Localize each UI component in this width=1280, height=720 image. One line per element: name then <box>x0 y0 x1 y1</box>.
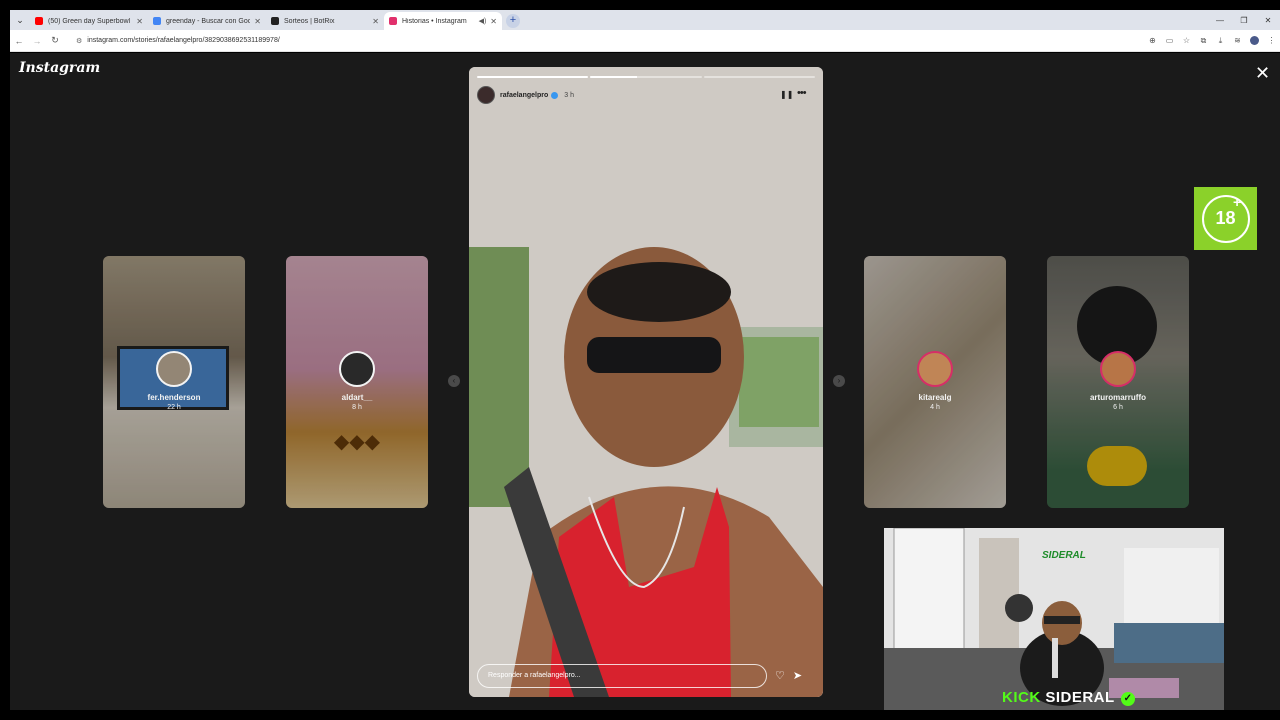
story-viewer: Instagram ✕ fer.henderson 22 h ◆◆◆ aldar… <box>10 53 1280 710</box>
instagram-icon <box>389 17 397 25</box>
story-time: 22 h <box>167 404 181 411</box>
avatar <box>917 351 953 387</box>
tab-search-icon[interactable]: ⌄ <box>10 10 30 30</box>
forward-icon[interactable]: → <box>28 36 46 46</box>
close-tab-icon[interactable]: ✕ <box>254 17 261 26</box>
google-icon <box>153 17 161 25</box>
tab-strip: ⌄ (50) Green day Superbowl 202... ✕ gree… <box>10 10 1280 30</box>
wall-sign: SIDERAL <box>1042 550 1086 561</box>
menu-icon[interactable]: ⋮ <box>1263 36 1280 45</box>
tab-botrix[interactable]: Sorteos | BotRix ✕ <box>266 12 384 30</box>
back-icon[interactable]: ← <box>10 36 28 46</box>
address-bar[interactable]: ⚙ instagram.com/stories/rafaelangelpro/3… <box>72 33 1136 49</box>
pause-icon[interactable]: ❚❚ <box>780 90 793 99</box>
story-header: rafaelangelpro 3 h <box>477 86 574 104</box>
story-avatar[interactable] <box>477 86 495 104</box>
story-time: 4 h <box>930 404 940 411</box>
extensions-icon[interactable]: ⧉ <box>1195 36 1212 46</box>
tab-title: Sorteos | BotRix <box>284 17 335 25</box>
story-username: kitarealg <box>918 393 952 402</box>
main-story[interactable]: rafaelangelpro 3 h ❚❚ ••• Responder a ra… <box>469 67 823 697</box>
minimize-icon[interactable]: — <box>1208 16 1232 25</box>
progress-segment <box>703 76 815 78</box>
streamer-name: SIDERAL <box>1045 689 1115 706</box>
verified-badge-icon <box>551 91 559 99</box>
story-progress <box>477 76 815 78</box>
window-controls: — ❐ ✕ <box>1208 10 1280 30</box>
kick-label: KICK <box>1002 689 1041 706</box>
verified-check-icon: ✓ <box>1121 692 1136 706</box>
youtube-icon <box>35 17 43 25</box>
site-info-icon[interactable]: ⚙ <box>76 37 82 45</box>
webcam-overlay: SIDERAL KICK SIDERAL ✓ <box>884 528 1224 710</box>
instagram-logo[interactable]: Instagram <box>19 60 100 76</box>
side-story-aldart[interactable]: ◆◆◆ aldart__ 8 h <box>286 256 428 508</box>
progress-segment <box>477 76 589 78</box>
screen: ⌄ (50) Green day Superbowl 202... ✕ gree… <box>0 0 1280 720</box>
story-username: fer.henderson <box>147 393 201 402</box>
tab-title: (50) Green day Superbowl 202... <box>48 17 132 25</box>
more-options-icon[interactable]: ••• <box>797 87 807 99</box>
side-story-arturomarruffo[interactable]: arturomarruffo 6 h <box>1047 256 1189 508</box>
performance-icon[interactable]: ≋ <box>1229 36 1246 45</box>
download-icon[interactable]: ⤓ <box>1212 36 1229 46</box>
close-tab-icon[interactable]: ✕ <box>136 17 143 26</box>
restore-icon[interactable]: ❐ <box>1232 16 1256 25</box>
profile-avatar[interactable] <box>1250 36 1259 45</box>
plus-icon: + <box>1233 194 1242 210</box>
story-time: 8 h <box>352 404 362 411</box>
stream-brand: KICK SIDERAL ✓ <box>1002 689 1136 706</box>
url-text: instagram.com/stories/rafaelangelpro/382… <box>87 37 280 44</box>
close-window-icon[interactable]: ✕ <box>1256 16 1280 25</box>
heart-icon[interactable]: ♡ <box>775 669 785 682</box>
age-label: 18 <box>1201 194 1250 243</box>
tab-title: Historias • Instagram <box>402 17 467 25</box>
side-story-fer-henderson[interactable]: fer.henderson 22 h <box>103 256 245 508</box>
reply-actions: ♡ ➤ <box>775 669 802 682</box>
next-story-arrow-icon[interactable]: › <box>833 375 845 387</box>
botrix-icon <box>271 17 279 25</box>
bookmark-star-icon[interactable]: ☆ <box>1178 36 1195 45</box>
tab-title: greenday - Buscar con Google <box>166 17 251 25</box>
close-viewer-icon[interactable]: ✕ <box>1255 64 1270 82</box>
story-time: 3 h <box>564 91 574 99</box>
zoom-icon[interactable]: ⊕ <box>1144 36 1161 45</box>
prev-story-arrow-icon[interactable]: ‹ <box>448 375 460 387</box>
speaker-icon[interactable]: ◀) <box>479 17 487 25</box>
cast-icon[interactable]: ▭ <box>1161 36 1178 45</box>
reply-input[interactable]: Responder a rafaelangelpro... <box>477 664 767 688</box>
reload-icon[interactable]: ↻ <box>46 35 64 46</box>
story-username[interactable]: rafaelangelpro <box>500 92 548 99</box>
tab-google[interactable]: greenday - Buscar con Google ✕ <box>148 12 266 30</box>
story-time: 6 h <box>1113 404 1123 411</box>
story-username: arturomarruffo <box>1089 393 1146 402</box>
side-story-kitarealg[interactable]: kitarealg 4 h <box>864 256 1006 508</box>
story-username: aldart__ <box>341 393 373 402</box>
close-tab-icon[interactable]: ✕ <box>490 17 497 26</box>
avatar <box>1100 351 1136 387</box>
progress-segment <box>590 76 702 78</box>
avatar <box>156 351 192 387</box>
tab-youtube[interactable]: (50) Green day Superbowl 202... ✕ <box>30 12 148 30</box>
story-photo <box>469 67 823 697</box>
tab-instagram[interactable]: Historias • Instagram ◀) ✕ <box>384 12 502 30</box>
browser-toolbar: ← → ↻ ⚙ instagram.com/stories/rafaelange… <box>10 30 1280 52</box>
close-tab-icon[interactable]: ✕ <box>372 17 379 26</box>
send-icon[interactable]: ➤ <box>793 669 802 682</box>
bottom-border <box>0 710 1280 720</box>
avatar <box>339 351 375 387</box>
new-tab-button[interactable]: + <box>506 14 520 28</box>
age-restriction-badge: 18 + <box>1194 187 1257 250</box>
